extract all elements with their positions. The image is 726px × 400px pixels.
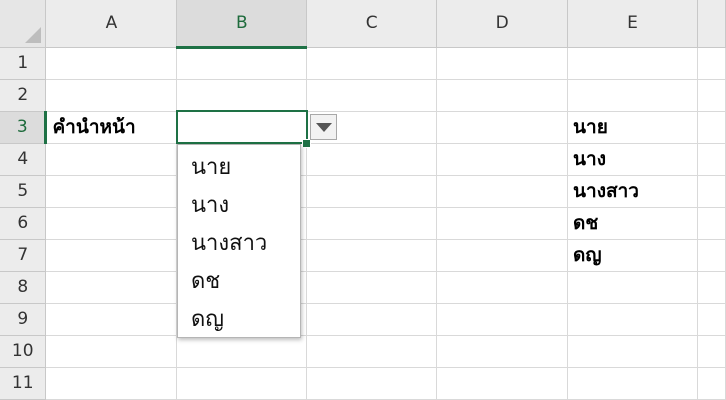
cell-a2[interactable] [45, 79, 178, 112]
cell-f6[interactable] [697, 207, 726, 240]
row-header-1[interactable]: 1 [0, 47, 47, 80]
cell-e6[interactable]: ดช [567, 207, 698, 240]
column-header-c[interactable]: C [306, 0, 438, 48]
cell-f9[interactable] [697, 303, 726, 336]
cell-b1[interactable] [176, 47, 308, 80]
active-cell-outline [176, 110, 308, 144]
cell-e5[interactable]: นางสาว [567, 175, 698, 208]
cell-c7[interactable] [306, 239, 438, 272]
row-header-7[interactable]: 7 [0, 239, 47, 272]
spreadsheet: A B C D E 1 2 3 คำนำหน้า นาย 4 นาง 5 นาง… [0, 0, 726, 400]
cell-a1[interactable] [45, 47, 178, 80]
dropdown-option[interactable]: นางสาว [178, 225, 300, 263]
row-header-9[interactable]: 9 [0, 303, 47, 336]
cell-f8[interactable] [697, 271, 726, 304]
cell-f7[interactable] [697, 239, 726, 272]
cell-c11[interactable] [306, 367, 438, 400]
cell-d4[interactable] [436, 143, 569, 176]
cell-e9[interactable] [567, 303, 698, 336]
cell-c9[interactable] [306, 303, 438, 336]
dropdown-option[interactable]: ดญ [178, 301, 300, 339]
row-header-11[interactable]: 11 [0, 367, 47, 400]
cell-a11[interactable] [45, 367, 178, 400]
column-header-f-partial[interactable] [697, 0, 726, 48]
row-header-5[interactable]: 5 [0, 175, 47, 208]
cell-d8[interactable] [436, 271, 569, 304]
cell-a4[interactable] [45, 143, 178, 176]
column-header-b[interactable]: B [176, 0, 308, 49]
row-header-6[interactable]: 6 [0, 207, 47, 240]
cell-f2[interactable] [697, 79, 726, 112]
cell-f4[interactable] [697, 143, 726, 176]
cell-e1[interactable] [567, 47, 698, 80]
dropdown-button[interactable] [310, 114, 337, 140]
worksheet-grid: A B C D E 1 2 3 คำนำหน้า นาย 4 นาง 5 นาง… [0, 0, 726, 400]
cell-d11[interactable] [436, 367, 569, 400]
cell-f1[interactable] [697, 47, 726, 80]
column-header-d[interactable]: D [436, 0, 569, 48]
dropdown-option[interactable]: นาง [178, 187, 300, 225]
row-header-2[interactable]: 2 [0, 79, 47, 112]
cell-a6[interactable] [45, 207, 178, 240]
cell-a3[interactable]: คำนำหน้า [45, 111, 178, 144]
cell-e2[interactable] [567, 79, 698, 112]
cell-d9[interactable] [436, 303, 569, 336]
row-header-4[interactable]: 4 [0, 143, 47, 176]
cell-d3[interactable] [436, 111, 569, 144]
cell-f5[interactable] [697, 175, 726, 208]
cell-a9[interactable] [45, 303, 178, 336]
cell-d1[interactable] [436, 47, 569, 80]
cell-d5[interactable] [436, 175, 569, 208]
cell-c8[interactable] [306, 271, 438, 304]
cell-e10[interactable] [567, 335, 698, 368]
cell-b11[interactable] [176, 367, 308, 400]
cell-e3[interactable]: นาย [567, 111, 698, 144]
cell-f3[interactable] [697, 111, 726, 144]
cell-a10[interactable] [45, 335, 178, 368]
column-header-a[interactable]: A [45, 0, 178, 48]
select-all-corner[interactable] [0, 0, 47, 48]
cell-c5[interactable] [306, 175, 438, 208]
cell-f10[interactable] [697, 335, 726, 368]
cell-a8[interactable] [45, 271, 178, 304]
cell-a7[interactable] [45, 239, 178, 272]
dropdown-option[interactable]: นาย [178, 149, 300, 187]
cell-d6[interactable] [436, 207, 569, 240]
cell-b10[interactable] [176, 335, 308, 368]
cell-c2[interactable] [306, 79, 438, 112]
cell-d10[interactable] [436, 335, 569, 368]
cell-c6[interactable] [306, 207, 438, 240]
row-header-3[interactable]: 3 [0, 111, 48, 144]
dropdown-option[interactable]: ดช [178, 263, 300, 301]
column-header-e[interactable]: E [567, 0, 698, 48]
cell-d7[interactable] [436, 239, 569, 272]
cell-e11[interactable] [567, 367, 698, 400]
fill-handle[interactable] [302, 139, 311, 148]
cell-e7[interactable]: ดญ [567, 239, 698, 272]
chevron-down-icon [315, 122, 332, 132]
cell-e8[interactable] [567, 271, 698, 304]
cell-c4[interactable] [306, 143, 438, 176]
row-header-10[interactable]: 10 [0, 335, 47, 368]
cell-a5[interactable] [45, 175, 178, 208]
cell-e4[interactable]: นาง [567, 143, 698, 176]
cell-d2[interactable] [436, 79, 569, 112]
row-header-8[interactable]: 8 [0, 271, 47, 304]
cell-c10[interactable] [306, 335, 438, 368]
cell-f11[interactable] [697, 367, 726, 400]
cell-c1[interactable] [306, 47, 438, 80]
dropdown-list: นาย นาง นางสาว ดช ดญ [177, 144, 301, 338]
cell-b2[interactable] [176, 79, 308, 112]
